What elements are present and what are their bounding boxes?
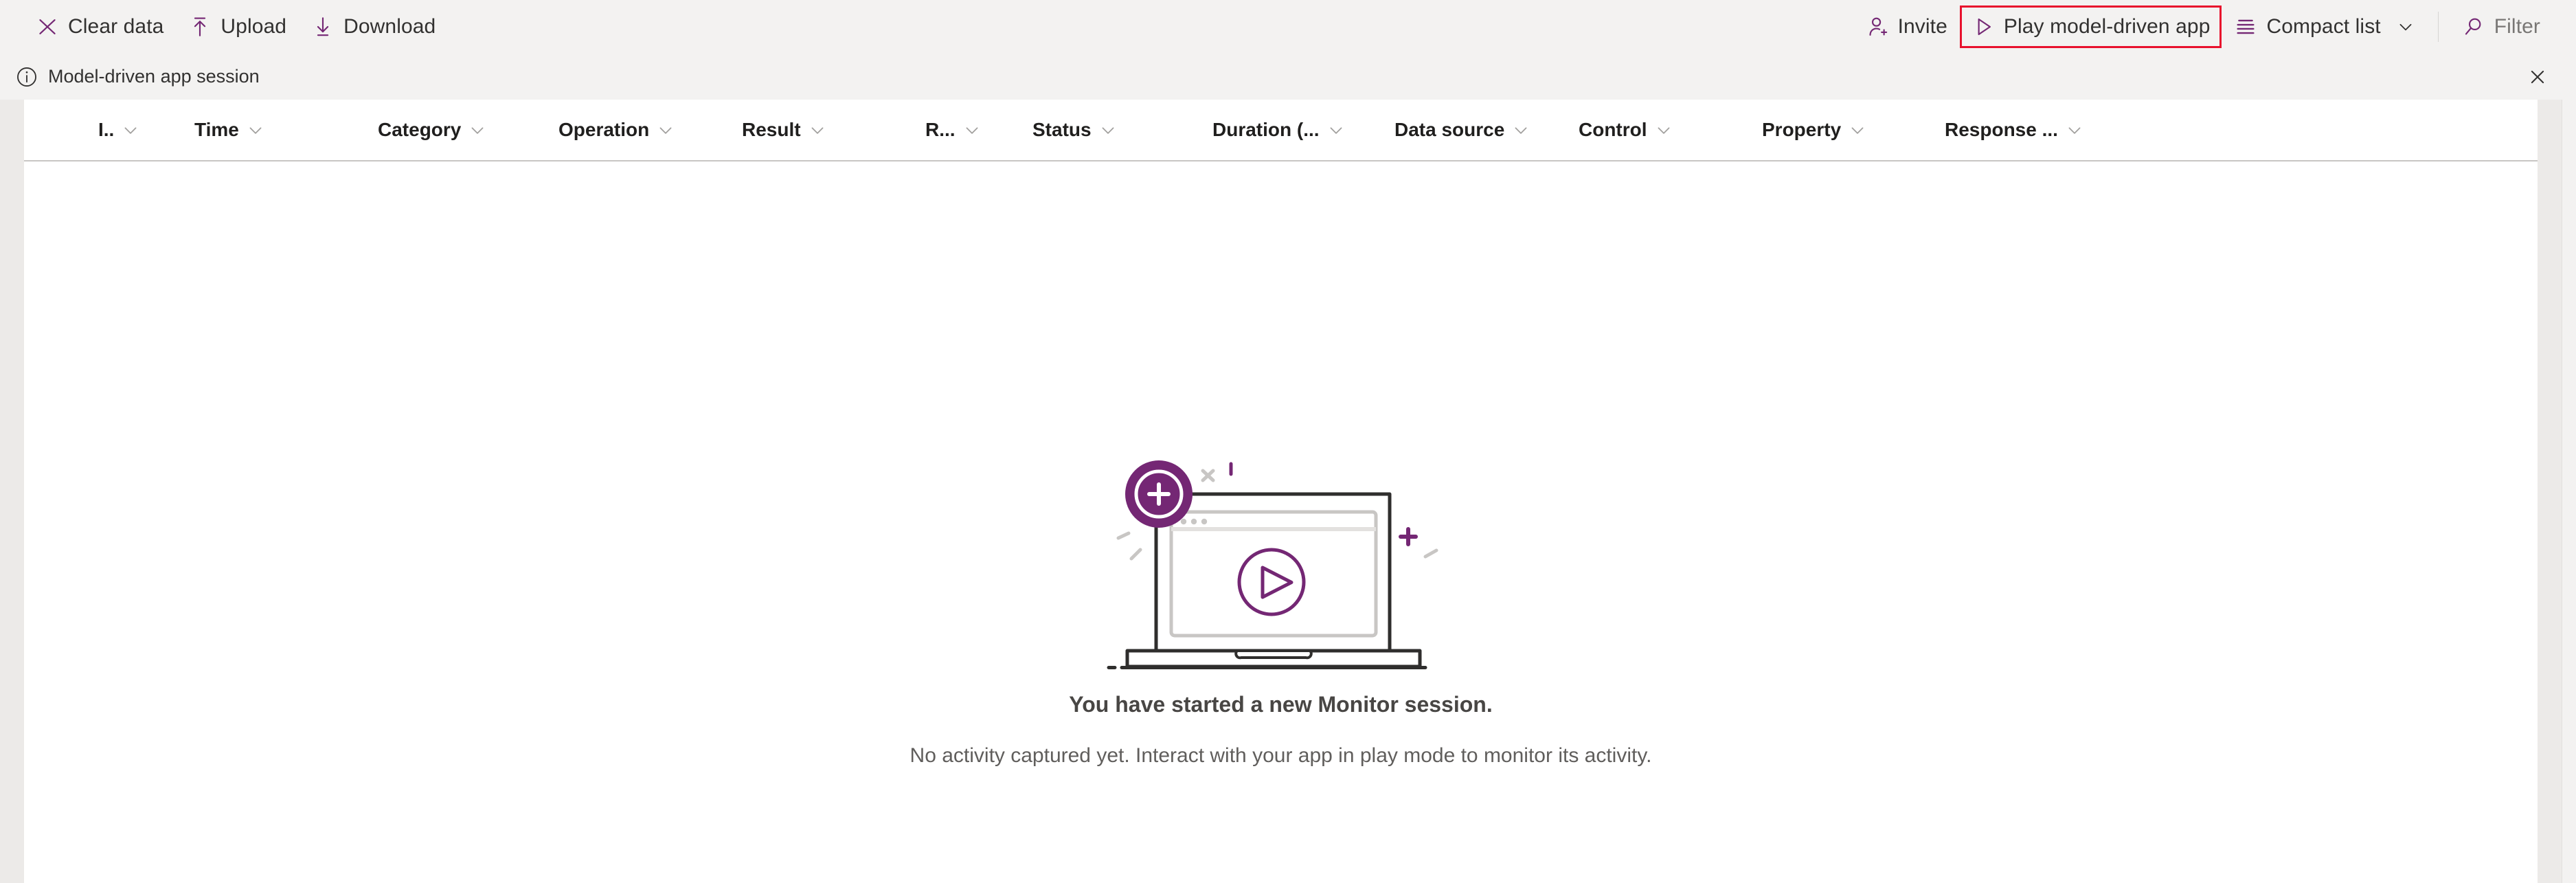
upload-label: Upload — [221, 15, 287, 38]
column-header-label: Operation — [558, 119, 650, 140]
invite-button[interactable]: Invite — [1853, 6, 1960, 47]
toolbar-divider — [2437, 12, 2439, 42]
column-header[interactable]: Data source — [1394, 100, 1530, 160]
download-label: Download — [343, 15, 436, 38]
column-header[interactable]: I.. — [98, 100, 139, 160]
empty-state-title: You have started a new Monitor session. — [1069, 692, 1493, 717]
invite-label: Invite — [1897, 15, 1947, 38]
play-model-driven-app-label: Play model-driven app — [2003, 15, 2211, 38]
column-header[interactable]: Response ... — [1945, 100, 2083, 160]
download-button[interactable]: Download — [299, 6, 448, 47]
compact-list-label: Compact list — [2266, 15, 2381, 38]
toolbar-left-group: Clear data Upload Download — [23, 6, 448, 47]
empty-state-subtitle: No activity captured yet. Interact with … — [909, 744, 1652, 767]
chevron-down-icon[interactable] — [2066, 121, 2083, 139]
chevron-down-icon[interactable] — [1099, 121, 1117, 139]
chevron-down-icon[interactable] — [1849, 121, 1866, 139]
column-header[interactable]: Property — [1762, 100, 1866, 160]
column-header-label: Result — [742, 119, 801, 140]
column-header[interactable]: Status — [1032, 100, 1117, 160]
clear-data-label: Clear data — [68, 15, 164, 38]
invite-person-add-icon — [1866, 15, 1889, 38]
toolbar-right-group: Invite Play model-driven app Compact lis… — [1853, 5, 2553, 48]
column-header-label: Response ... — [1945, 119, 2058, 140]
chevron-down-icon — [2397, 18, 2415, 36]
filter-button[interactable]: Filter — [2450, 6, 2553, 47]
search-filter-icon — [2462, 15, 2485, 38]
chevron-down-icon[interactable] — [963, 121, 981, 139]
column-header[interactable]: Category — [378, 100, 486, 160]
chevron-down-icon[interactable] — [122, 121, 139, 139]
compact-list-button[interactable]: Compact list — [2222, 6, 2426, 47]
chevron-down-icon[interactable] — [657, 121, 675, 139]
grid-body: I.. Time Category Operation Result R... Status… — [24, 100, 2538, 883]
monitor-grid: I.. Time Category Operation Result R... Status… — [0, 100, 2576, 883]
info-circle-icon — [15, 65, 38, 89]
list-view-icon — [2234, 15, 2257, 38]
chevron-down-icon[interactable] — [1655, 121, 1673, 139]
column-header-label: R... — [925, 119, 956, 140]
command-toolbar: Clear data Upload Download Invite Play m… — [0, 0, 2576, 54]
chevron-down-icon[interactable] — [1512, 121, 1530, 139]
column-header-label: Category — [378, 119, 462, 140]
play-icon — [1971, 15, 1995, 38]
grid-left-gutter — [0, 100, 24, 883]
clear-data-icon — [36, 15, 59, 38]
column-header[interactable]: Duration (... — [1212, 100, 1345, 160]
column-header[interactable]: Operation — [558, 100, 675, 160]
grid-header-row: I.. Time Category Operation Result R... Status… — [24, 100, 2538, 161]
column-header-label: Property — [1762, 119, 1842, 140]
column-header[interactable]: Result — [742, 100, 826, 160]
column-header-label: Duration (... — [1212, 119, 1320, 140]
clear-data-button[interactable]: Clear data — [23, 6, 176, 47]
grid-right-edge — [2562, 100, 2576, 883]
column-header-label: Data source — [1394, 119, 1505, 140]
chevron-down-icon[interactable] — [468, 121, 486, 139]
chevron-down-icon[interactable] — [1327, 121, 1345, 139]
filter-label: Filter — [2494, 15, 2540, 38]
empty-state: You have started a new Monitor session. … — [24, 161, 2538, 883]
monitor-app-window: Clear data Upload Download Invite Play m… — [0, 0, 2576, 883]
column-header-label: Status — [1032, 119, 1092, 140]
column-header[interactable]: Time — [194, 100, 264, 160]
vertical-scrollbar[interactable] — [2538, 100, 2562, 883]
column-header[interactable]: Control — [1579, 100, 1673, 160]
session-info-bar: Model-driven app session — [0, 54, 2576, 100]
play-model-driven-app-button[interactable]: Play model-driven app — [1959, 5, 2222, 48]
close-icon[interactable] — [2522, 62, 2553, 92]
column-header[interactable]: R... — [925, 100, 981, 160]
chevron-down-icon[interactable] — [809, 121, 826, 139]
upload-icon — [188, 15, 212, 38]
column-header-label: Control — [1579, 119, 1647, 140]
chevron-down-icon[interactable] — [247, 121, 264, 139]
column-header-label: I.. — [98, 119, 115, 140]
column-header-label: Time — [194, 119, 239, 140]
upload-button[interactable]: Upload — [176, 6, 299, 47]
session-info-message: Model-driven app session — [48, 66, 260, 87]
download-icon — [311, 15, 335, 38]
laptop-play-new-session-illustration — [1103, 440, 1460, 677]
